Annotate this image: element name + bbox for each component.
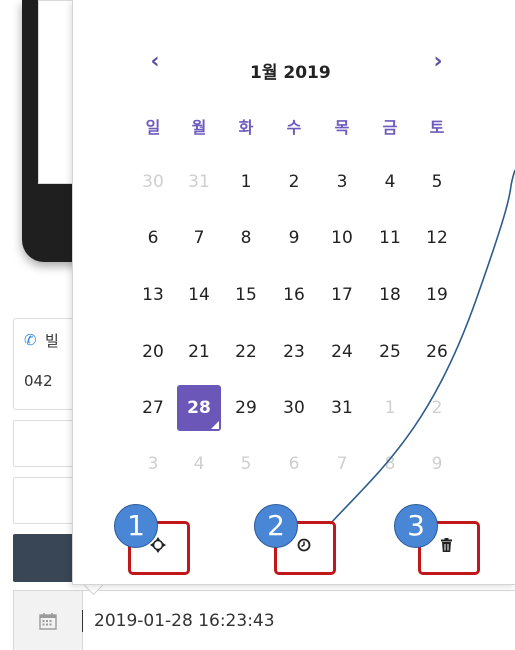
day-cell[interactable]: 23 <box>277 335 311 369</box>
day-cell[interactable]: 1 <box>229 165 263 199</box>
day-cell[interactable]: 21 <box>182 335 216 369</box>
day-cell[interactable]: 14 <box>182 278 216 312</box>
day-cell[interactable]: 17 <box>325 278 359 312</box>
annotation-badge-1: 1 <box>114 504 158 548</box>
selected-day-cell[interactable]: 28 <box>177 385 221 431</box>
annotation-badge-3: 3 <box>394 504 438 548</box>
contact-label: 빌 <box>45 332 59 350</box>
contact-number: 042 <box>24 372 53 390</box>
day-cell[interactable]: 30 <box>277 391 311 425</box>
day-cell[interactable]: 2 <box>277 165 311 199</box>
adjacent-month-day-cell[interactable]: 5 <box>229 447 263 481</box>
adjacent-month-day-cell[interactable]: 31 <box>182 165 216 199</box>
day-cell[interactable]: 22 <box>229 335 263 369</box>
day-cell[interactable]: 4 <box>373 165 407 199</box>
day-cell[interactable]: 29 <box>229 391 263 425</box>
day-cell[interactable]: 12 <box>420 221 454 255</box>
day-cell[interactable]: 25 <box>373 335 407 369</box>
weekday-header: 월 <box>191 118 207 137</box>
weekday-header: 토 <box>429 118 445 137</box>
adjacent-month-day-cell[interactable]: 3 <box>136 447 170 481</box>
day-cell[interactable]: 20 <box>136 335 170 369</box>
text-cursor <box>82 610 83 632</box>
adjacent-month-day-cell[interactable]: 8 <box>373 447 407 481</box>
next-month-button[interactable]: › <box>423 48 453 76</box>
weekday-header: 일 <box>145 118 161 137</box>
weekday-header: 화 <box>238 118 254 137</box>
annotation-badge-2: 2 <box>254 504 298 548</box>
day-cell[interactable]: 6 <box>136 221 170 255</box>
day-cell[interactable]: 10 <box>325 221 359 255</box>
datetime-field <box>13 590 515 650</box>
month-title[interactable]: 1월 2019 <box>250 58 331 83</box>
day-cell[interactable]: 3 <box>325 165 359 199</box>
day-cell[interactable]: 19 <box>420 278 454 312</box>
day-cell[interactable]: 24 <box>325 335 359 369</box>
day-cell[interactable]: 7 <box>182 221 216 255</box>
day-cell[interactable]: 15 <box>229 278 263 312</box>
phone-icon: ✆ <box>24 331 37 349</box>
day-cell[interactable]: 18 <box>373 278 407 312</box>
prev-month-button[interactable]: ‹ <box>140 48 170 76</box>
adjacent-month-day-cell[interactable]: 9 <box>420 447 454 481</box>
day-cell[interactable]: 11 <box>373 221 407 255</box>
datetime-input[interactable] <box>94 607 494 635</box>
adjacent-month-day-cell[interactable]: 2 <box>420 391 454 425</box>
calendar-icon <box>39 612 57 630</box>
weekday-header: 수 <box>286 118 302 137</box>
day-cell[interactable]: 27 <box>136 391 170 425</box>
day-cell[interactable]: 8 <box>229 221 263 255</box>
adjacent-month-day-cell[interactable]: 4 <box>182 447 216 481</box>
weekday-header: 목 <box>334 118 350 137</box>
day-cell[interactable]: 13 <box>136 278 170 312</box>
day-cell[interactable]: 5 <box>420 165 454 199</box>
adjacent-month-day-cell[interactable]: 6 <box>277 447 311 481</box>
weekday-header: 금 <box>382 118 398 137</box>
adjacent-month-day-cell[interactable]: 30 <box>136 165 170 199</box>
adjacent-month-day-cell[interactable]: 7 <box>325 447 359 481</box>
calendar-addon[interactable] <box>14 591 83 650</box>
day-cell[interactable]: 16 <box>277 278 311 312</box>
day-cell[interactable]: 31 <box>325 391 359 425</box>
day-cell[interactable]: 9 <box>277 221 311 255</box>
day-cell[interactable]: 26 <box>420 335 454 369</box>
adjacent-month-day-cell[interactable]: 1 <box>373 391 407 425</box>
